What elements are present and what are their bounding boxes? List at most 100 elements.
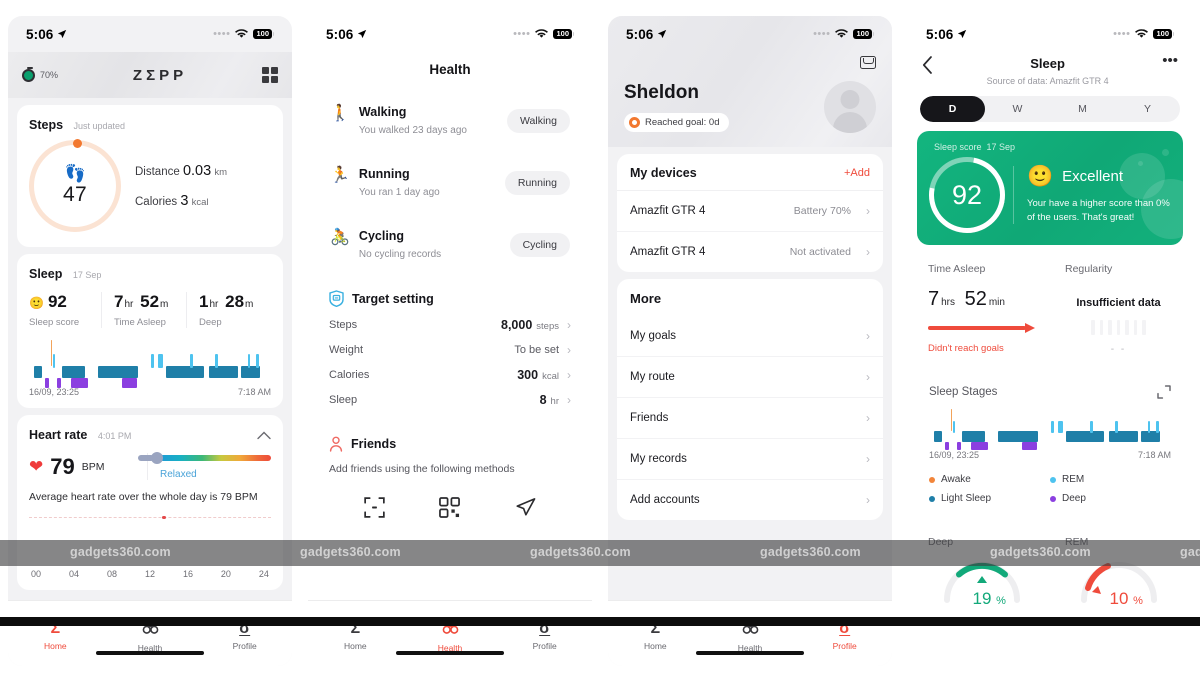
avatar[interactable] xyxy=(824,81,876,133)
tab-health[interactable]: Health xyxy=(103,601,198,666)
chevron-right-icon[interactable]: › xyxy=(866,452,870,466)
hr-axis-tick: 00 xyxy=(31,569,42,579)
tab-health[interactable]: Health xyxy=(403,601,498,666)
activity-button[interactable]: Running xyxy=(504,170,570,195)
profile-name: Sheldon xyxy=(624,81,699,103)
chevron-right-icon[interactable]: › xyxy=(567,343,571,357)
activity-card-running[interactable]: 🏃 Running You ran 1 day ago Running xyxy=(317,155,583,210)
tab-label: Profile xyxy=(532,640,557,651)
chevron-right-icon[interactable]: › xyxy=(866,329,870,343)
qr-code-icon[interactable] xyxy=(439,497,461,518)
tab-profile[interactable]: σ Profile xyxy=(797,601,892,666)
chevron-right-icon[interactable]: › xyxy=(567,393,571,407)
status-right-2: •••• 100 xyxy=(513,27,574,40)
chevron-right-icon[interactable]: › xyxy=(866,204,870,218)
sleep-score-stat: 🙂 92 Sleep score xyxy=(29,292,101,328)
wifi-icon xyxy=(535,29,549,39)
bottom-tab-bar-2[interactable]: Σ Home Health σ Profile xyxy=(308,600,592,666)
more-row-add-accounts[interactable]: Add accounts › xyxy=(617,480,883,520)
deep-sleep-label: Deep xyxy=(199,317,222,328)
activity-card-walking[interactable]: 🚶 Walking You walked 23 days ago Walking xyxy=(317,93,583,148)
hr-axis-tick: 08 xyxy=(106,569,117,579)
add-device-button[interactable]: +Add xyxy=(844,167,870,179)
sleep-card-header: Sleep 17 Sep xyxy=(29,265,271,283)
distance-unit: km xyxy=(214,167,228,178)
bottom-tab-bar-1[interactable]: Σ Home Health σ Profile xyxy=(8,600,292,666)
target-row-sleep[interactable]: Sleep 8 hr › xyxy=(329,382,571,407)
tab-home[interactable]: Σ Home xyxy=(308,601,403,666)
tab-health[interactable]: Health xyxy=(703,601,798,666)
signal-dots-icon: •••• xyxy=(513,27,531,40)
tab-profile[interactable]: σ Profile xyxy=(197,601,292,666)
device-status: Battery 70% xyxy=(793,205,851,217)
segment-M[interactable]: M xyxy=(1050,96,1115,122)
more-row-my-records[interactable]: My records › xyxy=(617,439,883,480)
more-row-friends[interactable]: Friends › xyxy=(617,398,883,439)
send-plane-icon[interactable] xyxy=(515,497,536,518)
steps-card[interactable]: Steps Just updated 👣 47 Distance 0.03 km… xyxy=(17,105,283,247)
regularity-card[interactable]: Regularity Insufficient data - - xyxy=(1054,253,1183,366)
sleep-score-card[interactable]: Sleep score 17 Sep 92 🙂 Excellent Your ha… xyxy=(917,131,1183,245)
chevron-right-icon[interactable]: › xyxy=(567,368,571,382)
mail-row[interactable] xyxy=(608,52,892,69)
hypnogram-axis-1: 16/09, 23:25 7:18 AM xyxy=(29,387,271,397)
friends-card[interactable]: Friends Add friends using the following … xyxy=(317,425,583,533)
device-row[interactable]: Amazfit GTR 4 Battery 70% › xyxy=(617,191,883,232)
hypnogram-segment-rem xyxy=(151,354,155,368)
tab-home[interactable]: Σ Home xyxy=(608,601,703,666)
target-row-calories[interactable]: Calories 300 kcal › xyxy=(329,357,571,382)
friends-title: Friends xyxy=(351,437,397,451)
target-row-weight[interactable]: Weight To be set › xyxy=(329,332,571,357)
activity-button[interactable]: Walking xyxy=(507,108,570,133)
segment-W[interactable]: W xyxy=(985,96,1050,122)
status-right-3: •••• 100 xyxy=(813,28,874,40)
tab-profile[interactable]: σ Profile xyxy=(497,601,592,666)
sleep-card[interactable]: Sleep 17 Sep 🙂 92 Sleep score 7 hr 52 m Tim… xyxy=(17,254,283,408)
grid-menu-icon[interactable] xyxy=(261,67,278,83)
target-label: Steps xyxy=(329,319,358,331)
watch-battery-chip[interactable]: 70% xyxy=(22,67,58,82)
target-setting-card[interactable]: Target setting Steps 8,000 steps › Weight To … xyxy=(317,279,583,418)
segment-D[interactable]: D xyxy=(920,96,985,122)
expand-icon[interactable] xyxy=(1157,385,1171,399)
status-right-1: •••• 100 xyxy=(213,28,274,40)
goal-chip[interactable]: Reached goal: 0d xyxy=(624,112,730,132)
segment-Y[interactable]: Y xyxy=(1115,96,1180,122)
activity-button[interactable]: Cycling xyxy=(509,232,570,257)
activity-card-cycling[interactable]: 🚴 Cycling No cycling records Cycling xyxy=(317,217,583,272)
hr-axis-tick: 24 xyxy=(258,569,269,579)
hypnogram-segment-light-sleep xyxy=(933,431,943,442)
more-row-my-goals[interactable]: My goals › xyxy=(617,316,883,357)
mail-icon[interactable] xyxy=(860,56,876,69)
time-asleep-card[interactable]: Time Asleep 7 hrs 52 min Didn't reach goal… xyxy=(917,253,1046,366)
sleep-score-emoji: 🙂 xyxy=(29,296,44,310)
wifi-icon xyxy=(835,29,849,39)
chevron-up-icon[interactable] xyxy=(257,431,271,440)
panel-health: 5:06 •••• 100 Health 🚶 Walking You walked … xyxy=(300,0,600,675)
bottom-tab-bar-3[interactable]: Σ Home Health σ Profile xyxy=(608,600,892,666)
tab-home[interactable]: Σ Home xyxy=(8,601,103,666)
phone-frame-3: 5:06 •••• 100 Sheldon Reached goal: 0d M… xyxy=(608,16,892,666)
period-segmented-control[interactable]: DWMY xyxy=(920,96,1180,122)
hypnogram-segment-deep xyxy=(971,441,989,451)
chevron-right-icon[interactable]: › xyxy=(866,370,870,384)
home-indicator-2 xyxy=(396,650,504,655)
goal-ring-icon xyxy=(629,116,640,128)
back-chevron-icon[interactable] xyxy=(922,56,933,74)
chevron-right-icon[interactable]: › xyxy=(567,318,571,332)
sleep-score-message: Your have a higher score than 0% of the … xyxy=(1027,197,1170,223)
more-row-my-route[interactable]: My route › xyxy=(617,357,883,398)
scan-frame-icon[interactable] xyxy=(364,497,385,518)
time-asleep-hours-unit: hrs xyxy=(941,297,956,308)
sleep-stages-card[interactable]: Sleep Stages 16/09, 23:25 7:18 AM Awake R… xyxy=(917,374,1183,518)
chevron-right-icon[interactable]: › xyxy=(866,245,870,259)
device-row[interactable]: Amazfit GTR 4 Not activated › xyxy=(617,232,883,272)
hypnogram-segment-light-sleep xyxy=(209,366,239,378)
deep-hours-unit: hr xyxy=(209,299,219,310)
target-row-steps[interactable]: Steps 8,000 steps › xyxy=(329,307,571,332)
chevron-right-icon[interactable]: › xyxy=(866,411,870,425)
status-time-4: 5:06 xyxy=(926,27,967,42)
more-dots-icon[interactable]: ••• xyxy=(1162,53,1178,68)
sleep-score-card-date: 17 Sep xyxy=(986,142,1016,152)
chevron-right-icon[interactable]: › xyxy=(866,493,870,507)
